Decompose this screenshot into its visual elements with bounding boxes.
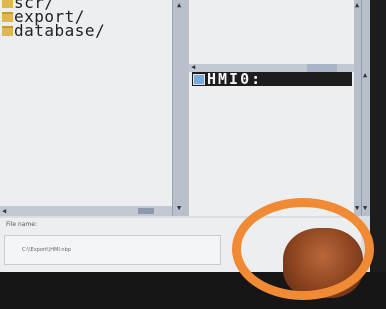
right-scroll-thumb[interactable]: [307, 64, 337, 72]
scroll-up-icon[interactable]: ▲: [355, 2, 359, 9]
scroll-down-icon[interactable]: ▼: [177, 205, 181, 212]
left-scroll-thumb[interactable]: [138, 208, 154, 214]
scroll-up-icon[interactable]: ▲: [363, 72, 367, 79]
right-vertical-scrollbar[interactable]: ▲ ▼: [354, 0, 361, 216]
drive-entry-label: HMI0:: [207, 70, 263, 88]
scroll-left-icon[interactable]: ◀: [2, 208, 6, 215]
drive-pane[interactable]: ◀ HMI0: ▲ ▼: [189, 0, 361, 216]
drive-icon: [193, 73, 205, 85]
folder-item[interactable]: database/: [2, 20, 106, 40]
folder-icon: [2, 26, 13, 36]
pane-splitter[interactable]: ▲ ▼: [172, 0, 190, 216]
file-name-label: File name:: [6, 221, 37, 228]
scroll-left-icon[interactable]: ◀: [191, 64, 195, 71]
scroll-down-icon[interactable]: ▼: [363, 205, 367, 212]
folder-icon: [2, 0, 13, 8]
directory-pane[interactable]: scr/ export/ database/: [0, 0, 172, 206]
folder-label: database/: [14, 20, 106, 40]
highlight-circle-annotation: [232, 198, 374, 300]
device-bezel-right: [370, 0, 386, 309]
scroll-down-icon[interactable]: ▼: [355, 205, 359, 212]
file-name-value: C:\\Export\\HMI.nbp: [22, 247, 71, 253]
folder-icon: [2, 12, 13, 22]
drive-entry-selected[interactable]: HMI0:: [192, 70, 352, 88]
scroll-up-icon[interactable]: ▲: [177, 2, 181, 9]
